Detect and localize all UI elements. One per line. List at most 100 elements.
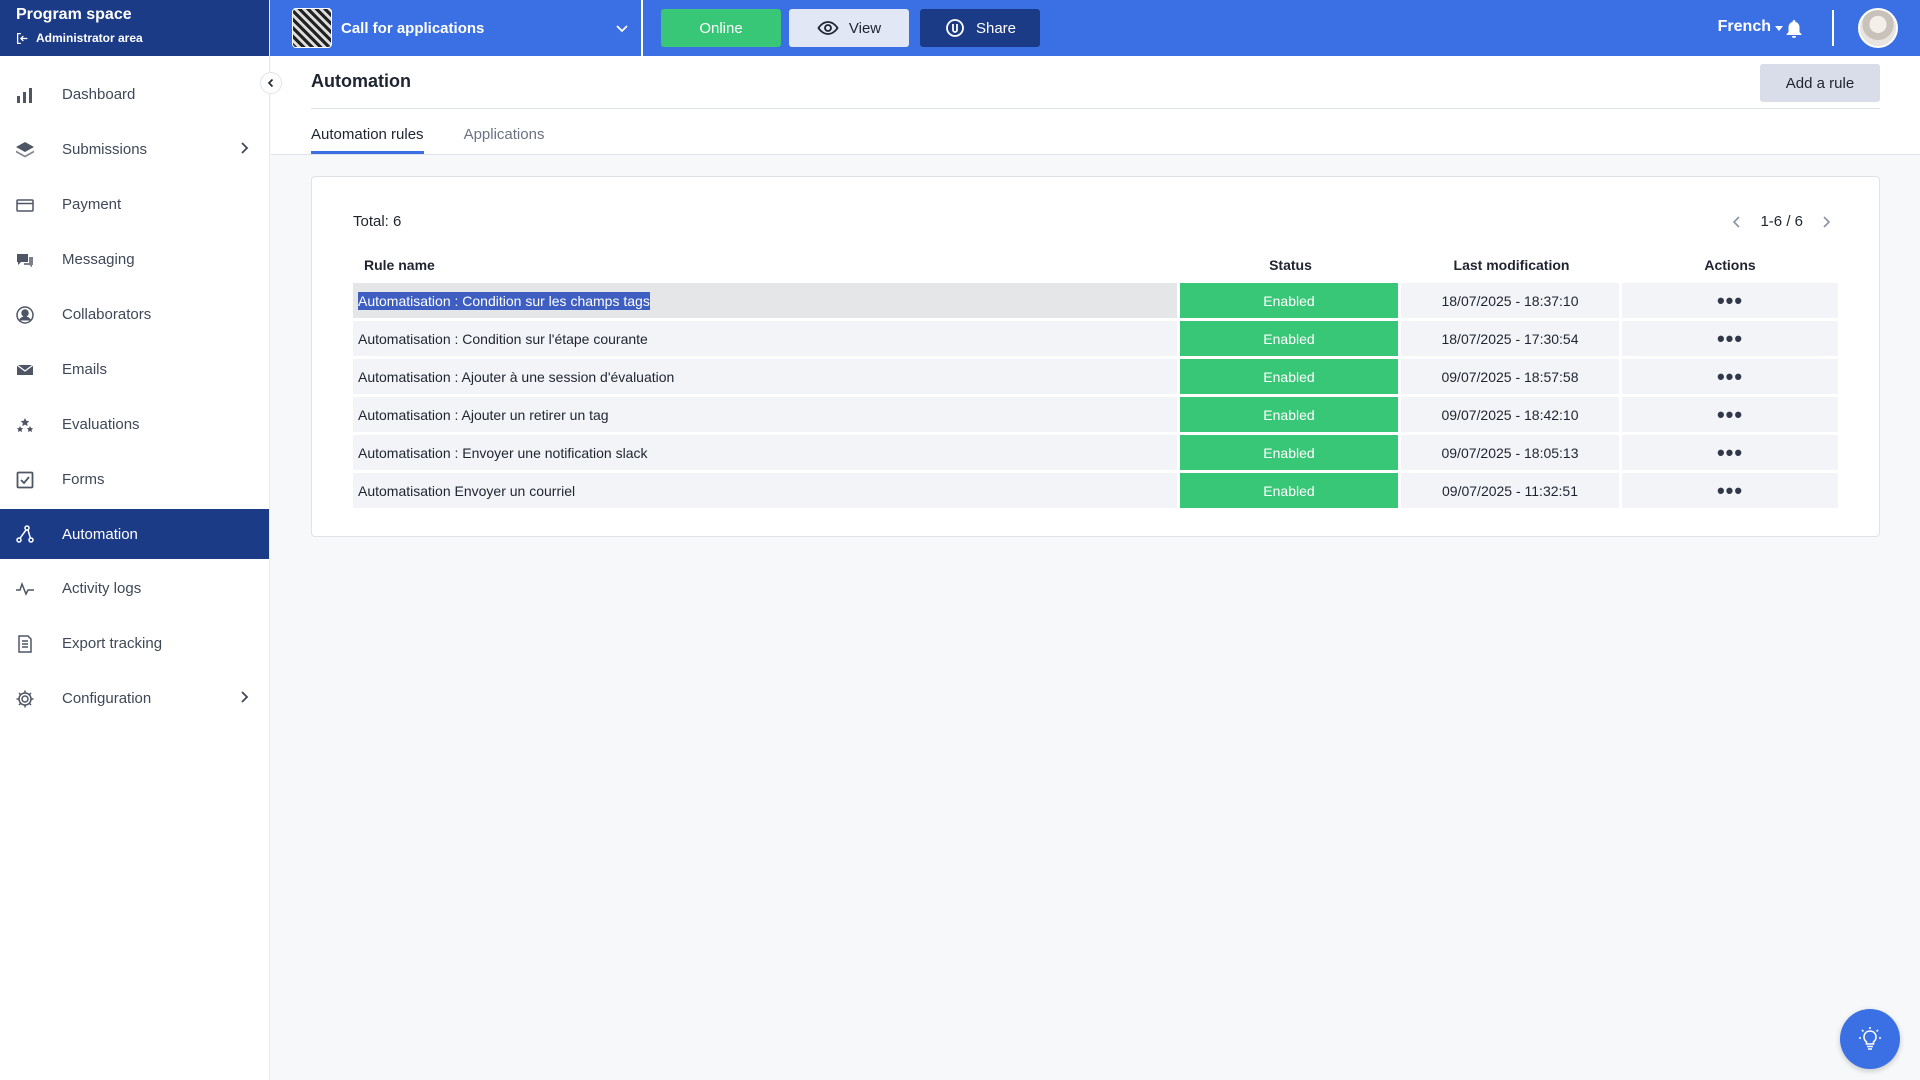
- eye-icon: [817, 21, 839, 35]
- pagination-range: 1-6 / 6: [1760, 213, 1803, 230]
- table-row[interactable]: Automatisation : Condition sur les champ…: [353, 283, 1838, 318]
- more-actions-icon[interactable]: •••: [1622, 321, 1838, 356]
- chat-icon: [14, 249, 36, 271]
- last-modification-cell: 09/07/2025 - 11:32:51: [1401, 473, 1622, 508]
- sidebar-item-collaborators[interactable]: Collaborators: [0, 287, 269, 342]
- last-modification-cell: 18/07/2025 - 17:30:54: [1401, 321, 1622, 356]
- chevron-right-icon: [241, 691, 249, 703]
- administrator-area-label: Administrator area: [36, 31, 143, 45]
- table-row[interactable]: Automatisation : Ajouter un retirer un t…: [353, 397, 1838, 432]
- page-header: Automation Add a rule Automation rules A…: [271, 56, 1920, 155]
- caret-down-icon: [1775, 26, 1783, 31]
- view-label: View: [848, 19, 882, 37]
- last-modification-cell: 18/07/2025 - 18:37:10: [1401, 283, 1622, 318]
- online-status-button[interactable]: Online: [661, 9, 781, 47]
- column-header-actions: Actions: [1704, 257, 1756, 273]
- document-icon: [14, 633, 36, 655]
- sidebar-item-export-tracking[interactable]: Export tracking: [0, 616, 269, 671]
- page-title: Automation: [311, 71, 411, 91]
- table-row[interactable]: Automatisation Envoyer un courriel Enabl…: [353, 473, 1838, 508]
- user-avatar[interactable]: [1858, 8, 1898, 48]
- collapse-sidebar-button[interactable]: [260, 72, 282, 94]
- sidebar-item-label: Payment: [62, 196, 122, 213]
- total-count: Total: 6: [353, 213, 402, 230]
- sidebar-item-evaluations[interactable]: Evaluations: [0, 397, 269, 452]
- layers-icon: [14, 139, 36, 161]
- tab-automation-rules[interactable]: Automation rules: [311, 126, 424, 154]
- add-rule-button[interactable]: Add a rule: [1760, 64, 1880, 102]
- rules-table: Rule name Status Last modification Actio…: [353, 247, 1838, 511]
- column-header-last-modification[interactable]: Last modification: [1401, 250, 1622, 280]
- share-label: Share: [975, 19, 1017, 37]
- status-badge: Enabled: [1180, 397, 1401, 432]
- sidebar-item-label: Submissions: [62, 141, 148, 158]
- sidebar-item-label: Export tracking: [62, 635, 163, 652]
- sidebar-item-dashboard[interactable]: Dashboard: [0, 67, 269, 122]
- lightbulb-icon: [1859, 1027, 1881, 1050]
- sidebar-item-label: Forms: [62, 471, 105, 488]
- table-row[interactable]: Automatisation : Envoyer une notificatio…: [353, 435, 1838, 470]
- program-space-title: Program space: [16, 6, 132, 23]
- topbar-divider: [1832, 10, 1834, 46]
- sidebar-item-submissions[interactable]: Submissions: [0, 122, 269, 177]
- sidebar-item-emails[interactable]: Emails: [0, 342, 269, 397]
- view-button[interactable]: View: [789, 9, 909, 47]
- rule-name-cell[interactable]: Automatisation : Condition sur l'étape c…: [353, 321, 1180, 356]
- chevron-left-icon: [267, 78, 274, 88]
- envelope-icon: [14, 359, 36, 381]
- help-button[interactable]: [1840, 1009, 1900, 1069]
- rule-name-cell[interactable]: Automatisation : Condition sur les champ…: [353, 283, 1180, 318]
- share-button[interactable]: Share: [920, 9, 1040, 47]
- rule-name-cell[interactable]: Automatisation : Ajouter un retirer un t…: [353, 397, 1180, 432]
- chevron-right-icon[interactable]: [1819, 215, 1833, 229]
- campaign-thumbnail: [292, 8, 332, 48]
- rule-name: Automatisation : Ajouter un retirer un t…: [358, 406, 609, 423]
- pagination: 1-6 / 6: [1730, 213, 1833, 230]
- bell-icon[interactable]: [1785, 19, 1803, 39]
- more-actions-icon[interactable]: •••: [1622, 435, 1838, 470]
- campaign-selector[interactable]: Call for applications: [270, 0, 643, 56]
- top-bar: Call for applications Online View Share …: [270, 0, 1920, 56]
- rule-name-cell[interactable]: Automatisation : Ajouter à une session d…: [353, 359, 1180, 394]
- sidebar-item-activity-logs[interactable]: Activity logs: [0, 561, 269, 616]
- page-tabs: Automation rules Applications: [311, 126, 544, 154]
- table-row[interactable]: Automatisation : Condition sur l'étape c…: [353, 321, 1838, 356]
- header-divider: [311, 108, 1880, 109]
- chevron-right-icon: [241, 142, 249, 154]
- status-badge: Enabled: [1180, 473, 1401, 508]
- column-header-status[interactable]: Status: [1180, 250, 1401, 280]
- share-link-icon: [946, 19, 964, 37]
- automation-icon: [14, 523, 36, 545]
- stars-icon: [14, 414, 36, 436]
- rule-name-cell[interactable]: Automatisation Envoyer un courriel: [353, 473, 1180, 508]
- rule-name-cell[interactable]: Automatisation : Envoyer une notificatio…: [353, 435, 1180, 470]
- sidebar-item-configuration[interactable]: Configuration: [0, 671, 269, 726]
- chevron-down-icon: [616, 25, 628, 33]
- sidebar: Program space Administrator area Dashboa…: [0, 0, 270, 1080]
- sidebar-item-label: Configuration: [62, 690, 152, 707]
- sidebar-item-label: Dashboard: [62, 86, 136, 103]
- brand-header: Program space Administrator area: [0, 0, 269, 56]
- bar-chart-icon: [14, 84, 36, 106]
- sidebar-item-payment[interactable]: Payment: [0, 177, 269, 232]
- gear-icon: [14, 688, 36, 710]
- campaign-name: Call for applications: [341, 19, 485, 37]
- administrator-area-link[interactable]: Administrator area: [16, 30, 253, 46]
- chevron-left-icon[interactable]: [1730, 215, 1744, 229]
- rules-card: Total: 6 1-6 / 6 Rule name Status Last m…: [311, 176, 1880, 537]
- more-actions-icon[interactable]: •••: [1622, 397, 1838, 432]
- more-actions-icon[interactable]: •••: [1622, 283, 1838, 318]
- rule-name: Automatisation : Condition sur l'étape c…: [358, 330, 648, 347]
- sidebar-item-automation[interactable]: Automation: [0, 509, 269, 559]
- sidebar-item-label: Evaluations: [62, 416, 140, 433]
- add-rule-label: Add a rule: [1785, 74, 1855, 92]
- language-selector[interactable]: French: [1718, 18, 1783, 36]
- activity-icon: [14, 578, 36, 600]
- tab-applications[interactable]: Applications: [464, 126, 545, 154]
- more-actions-icon[interactable]: •••: [1622, 473, 1838, 508]
- sidebar-item-messaging[interactable]: Messaging: [0, 232, 269, 287]
- more-actions-icon[interactable]: •••: [1622, 359, 1838, 394]
- table-row[interactable]: Automatisation : Ajouter à une session d…: [353, 359, 1838, 394]
- column-header-rule-name[interactable]: Rule name: [353, 250, 1180, 280]
- sidebar-item-forms[interactable]: Forms: [0, 452, 269, 507]
